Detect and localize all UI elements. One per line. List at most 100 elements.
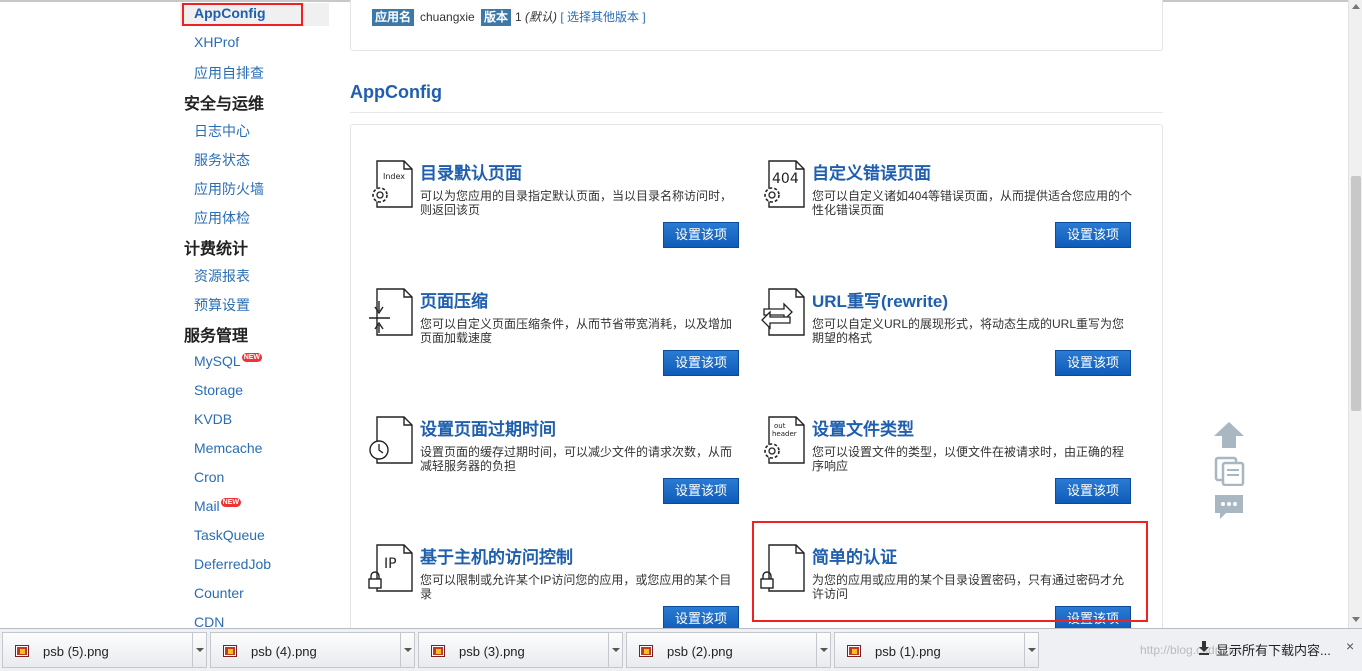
show-all-downloads-link[interactable]: 显示所有下载内容... [1216,640,1331,659]
page-title: AppConfig [350,82,442,102]
comment-icon[interactable] [1212,492,1246,522]
rewrite-arrows-icon [761,288,805,336]
download-item[interactable]: psb (2).png [626,632,831,668]
sidebar-group-billing: 计费统计 [184,241,249,258]
chevron-down-icon [612,648,620,652]
version-default: (默认) [525,10,558,24]
sidebar-item-cron[interactable]: Cron [194,469,224,485]
other-versions-link[interactable]: [ 选择其他版本 ] [560,10,645,24]
feature-description: 您可以限制或允许某个IP访问您的应用，或您应用的某个目录 [420,573,732,601]
scroll-down-arrow-icon[interactable] [1352,617,1360,622]
sidebar-item-resource-report[interactable]: 资源报表 [194,266,250,286]
index-gear-icon: Index [372,160,413,208]
404-gear-icon: 404 [764,160,805,208]
404-icon-text: 404 [772,171,799,187]
download-menu-button[interactable] [400,633,414,667]
feature-title[interactable]: URL重写(rewrite) [812,287,948,312]
version-label: 版本 [481,9,512,26]
configure-button[interactable]: 设置该项 [663,478,739,504]
configure-button[interactable]: 设置该项 [663,350,739,376]
download-item[interactable]: psb (1).png [834,632,1039,668]
sidebar-item-firewall[interactable]: 应用防火墙 [194,179,264,199]
feature-title[interactable]: 目录默认页面 [420,159,522,184]
feature-url-rewrite: URL重写(rewrite) 您可以自定义URL的展现形式，将动态生成的URL重… [760,287,1145,397]
sidebar-item-mail[interactable]: Mail NEW [194,498,242,514]
feature-title[interactable]: 设置文件类型 [812,415,914,440]
feature-description: 设置页面的缓存过期时间，可以减少文件的请求次数，从而减轻服务器的负担 [420,445,733,473]
feature-title[interactable]: 基于主机的访问控制 [420,543,573,568]
close-downloads-bar-button[interactable]: × [1346,638,1354,654]
highlight-box-simple-auth [752,521,1148,622]
app-name-label: 应用名 [372,9,415,26]
sidebar-item-mysql[interactable]: MySQL NEW [194,353,263,369]
sidebar-item-kvdb[interactable]: KVDB [194,411,232,427]
index-icon-text: Index [383,172,405,181]
download-item[interactable]: psb (3).png [418,632,623,668]
vertical-scrollbar[interactable] [1348,0,1362,628]
sidebar-item-log-center[interactable]: 日志中心 [194,121,250,141]
feature-expire-time: 设置页面过期时间 设置页面的缓存过期时间，可以减少文件的请求次数，从而减轻服务器… [368,415,753,525]
sidebar-item-appconfig[interactable]: AppConfig [194,5,266,21]
header-gear-icon: out header [764,416,805,464]
download-item[interactable]: psb (4).png [210,632,415,668]
configure-button[interactable]: 设置该项 [1055,478,1131,504]
download-filename: psb (4).png [251,644,317,659]
ip-icon-text: IP [384,556,397,572]
image-file-icon [639,645,653,657]
chevron-down-icon [404,648,412,652]
download-filename: psb (2).png [667,644,733,659]
feature-directory-default: Index 目录默认页面 可以为您应用的目录指定默认页面，当以目录名称访问时，则… [368,159,753,269]
copy-page-icon[interactable] [1212,456,1246,486]
feature-title[interactable]: 自定义错误页面 [812,159,931,184]
new-badge: NEW [241,353,263,362]
download-arrow-icon [1199,641,1209,655]
title-divider [350,112,1163,113]
version-number: 1 [515,10,522,24]
sidebar-item-xhprof[interactable]: XHProf [194,34,239,50]
download-menu-button[interactable] [1024,633,1038,667]
feature-file-type: out header 设置文件类型 您可以设置文件的类型，以便文件在被请求时，由… [760,415,1145,525]
sidebar-item-counter[interactable]: Counter [194,585,244,601]
download-item[interactable]: psb (5).png [2,632,207,668]
feature-description: 您可以自定义诸如404等错误页面，从而提供适合您应用的个性化错误页面 [812,189,1133,217]
app-info-box: 应用名 chuangxie 版本 1 (默认) [ 选择其他版本 ] [350,0,1163,51]
sidebar-item-label: Mail [194,498,220,514]
sidebar-item-deferredjob[interactable]: DeferredJob [194,556,271,572]
configure-button[interactable]: 设置该项 [1055,222,1131,248]
image-file-icon [847,645,861,657]
header-icon-text: header [772,430,797,438]
sidebar-item-budget[interactable]: 预算设置 [194,295,250,315]
download-menu-button[interactable] [192,633,206,667]
sidebar-item-self-check[interactable]: 应用自排查 [194,63,264,83]
configure-button[interactable]: 设置该项 [1055,350,1131,376]
ip-lock-icon: IP [368,544,413,592]
version-value: 1 (默认) [ 选择其他版本 ] [515,9,646,26]
header-icon-text: out [774,422,786,430]
chevron-down-icon [196,648,204,652]
sidebar-item-cdn[interactable]: CDN [194,614,224,628]
sidebar-item-taskqueue[interactable]: TaskQueue [194,527,265,543]
configure-button[interactable]: 设置该项 [663,222,739,248]
sidebar-item-memcache[interactable]: Memcache [194,440,262,456]
feature-title[interactable]: 设置页面过期时间 [420,415,556,440]
feature-custom-error: 404 自定义错误页面 您可以自定义诸如404等错误页面，从而提供适合您应用的个… [760,159,1145,269]
feature-title[interactable]: 页面压缩 [420,287,488,312]
download-filename: psb (5).png [43,644,109,659]
scroll-up-arrow-icon[interactable] [1352,4,1360,9]
sidebar-item-health-check[interactable]: 应用体检 [194,208,250,228]
image-file-icon [15,645,29,657]
compress-icon [369,288,413,336]
sidebar-item-service-status[interactable]: 服务状态 [194,150,250,170]
back-to-top-icon[interactable] [1212,420,1246,450]
download-menu-button[interactable] [608,633,622,667]
scrollbar-thumb[interactable] [1351,176,1361,411]
sidebar-item-label: MySQL [194,353,241,369]
feature-description: 您可以自定义页面压缩条件，从而节省带宽消耗，以及增加页面加载速度 [420,317,733,345]
chevron-down-icon [1028,648,1036,652]
app-name-value: chuangxie [420,10,475,24]
download-menu-button[interactable] [816,633,830,667]
clock-icon [369,416,413,464]
downloads-bar: psb (5).png psb (4).png psb (3).png psb … [0,628,1362,671]
sidebar-item-storage[interactable]: Storage [194,382,243,398]
feature-description: 可以为您应用的目录指定默认页面，当以目录名称访问时，则返回该页 [420,189,733,217]
